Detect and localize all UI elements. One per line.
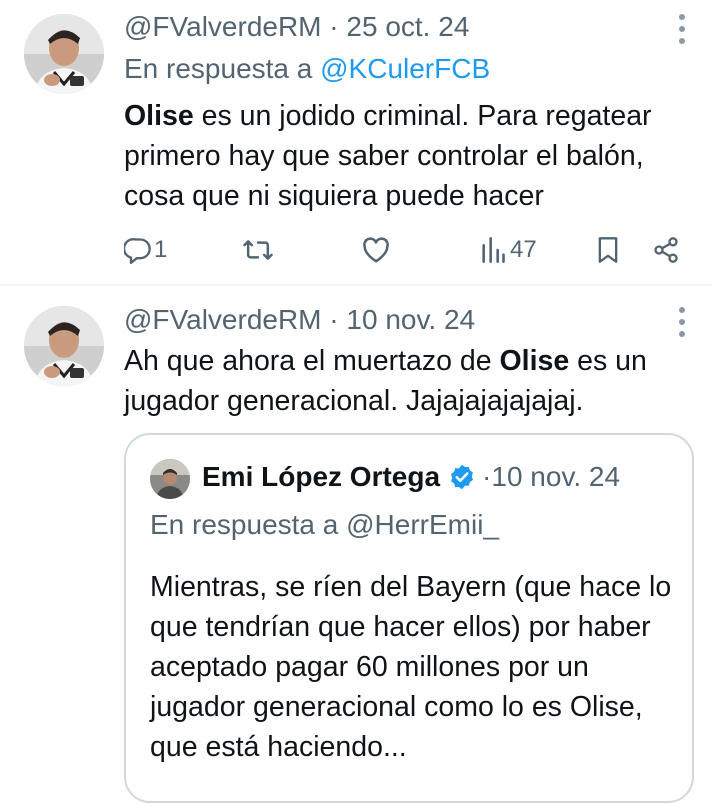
quoted-display-name[interactable]: Emi López Ortega bbox=[202, 457, 440, 497]
tweet[interactable]: @FValverdeRM · 25 oct. 24 En respuesta a… bbox=[0, 0, 712, 284]
reply-to-link[interactable]: @KCulerFCB bbox=[320, 53, 490, 84]
reply-context: En respuesta a @KCulerFCB bbox=[124, 52, 490, 86]
quoted-header: Emi López Ortega · 10 nov. 24 bbox=[202, 457, 620, 497]
tweet-text: Olise es un jodido criminal. Para regate… bbox=[124, 96, 694, 216]
quoted-text: Mientras, se ríen del Bayern (que hace l… bbox=[150, 571, 672, 763]
quoted-avatar[interactable] bbox=[150, 459, 190, 499]
tweet[interactable]: @FValverdeRM · 10 nov. 24 Ah que ahora e… bbox=[0, 287, 712, 803]
handle[interactable]: @FValverdeRM bbox=[124, 304, 322, 335]
reply-prefix: En respuesta a bbox=[124, 53, 321, 84]
tweet-header: @FValverdeRM · 25 oct. 24 bbox=[124, 10, 469, 44]
quoted-date[interactable]: 10 nov. 24 bbox=[491, 457, 620, 497]
retweet-button[interactable] bbox=[242, 230, 274, 270]
like-button[interactable] bbox=[361, 230, 391, 270]
divider bbox=[0, 284, 712, 286]
avatar[interactable] bbox=[24, 306, 104, 386]
views-button[interactable]: 47 bbox=[480, 230, 537, 270]
quoted-reply-context: En respuesta a @HerrEmii_ bbox=[150, 509, 500, 540]
tweet-header: @FValverdeRM · 10 nov. 24 bbox=[124, 303, 475, 337]
retweet-icon bbox=[242, 236, 274, 264]
tweet-text-before: Ah que ahora el muertazo de bbox=[124, 345, 500, 377]
separator: · bbox=[321, 304, 347, 335]
views-icon bbox=[480, 236, 506, 264]
share-button[interactable] bbox=[652, 230, 680, 270]
more-icon[interactable] bbox=[676, 14, 688, 44]
separator: · bbox=[482, 461, 492, 492]
tweet-text: Ah que ahora el muertazo de Olise es un … bbox=[124, 341, 694, 421]
tweet-date[interactable]: 10 nov. 24 bbox=[346, 304, 475, 335]
separator: · bbox=[321, 11, 347, 42]
bookmark-button[interactable] bbox=[596, 230, 620, 270]
mention-olise: Olise bbox=[499, 345, 570, 377]
views-count: 47 bbox=[510, 236, 537, 263]
avatar[interactable] bbox=[24, 14, 104, 94]
bookmark-icon bbox=[596, 236, 620, 264]
share-icon bbox=[652, 236, 680, 264]
reply-button[interactable]: 1 bbox=[124, 230, 167, 270]
action-bar: 1 47 bbox=[124, 230, 694, 270]
tweet-text-rest: es un jodido criminal. Para regatear pri… bbox=[124, 100, 652, 212]
like-icon bbox=[361, 236, 391, 264]
more-icon[interactable] bbox=[676, 307, 688, 337]
tweet-date[interactable]: 25 oct. 24 bbox=[346, 11, 469, 42]
quoted-tweet[interactable]: Emi López Ortega · 10 nov. 24 En respues… bbox=[124, 433, 694, 803]
verified-badge-icon bbox=[448, 463, 476, 491]
reply-icon bbox=[124, 236, 152, 264]
mention-olise: Olise bbox=[124, 100, 194, 132]
reply-count: 1 bbox=[154, 236, 168, 263]
handle[interactable]: @FValverdeRM bbox=[124, 11, 322, 42]
